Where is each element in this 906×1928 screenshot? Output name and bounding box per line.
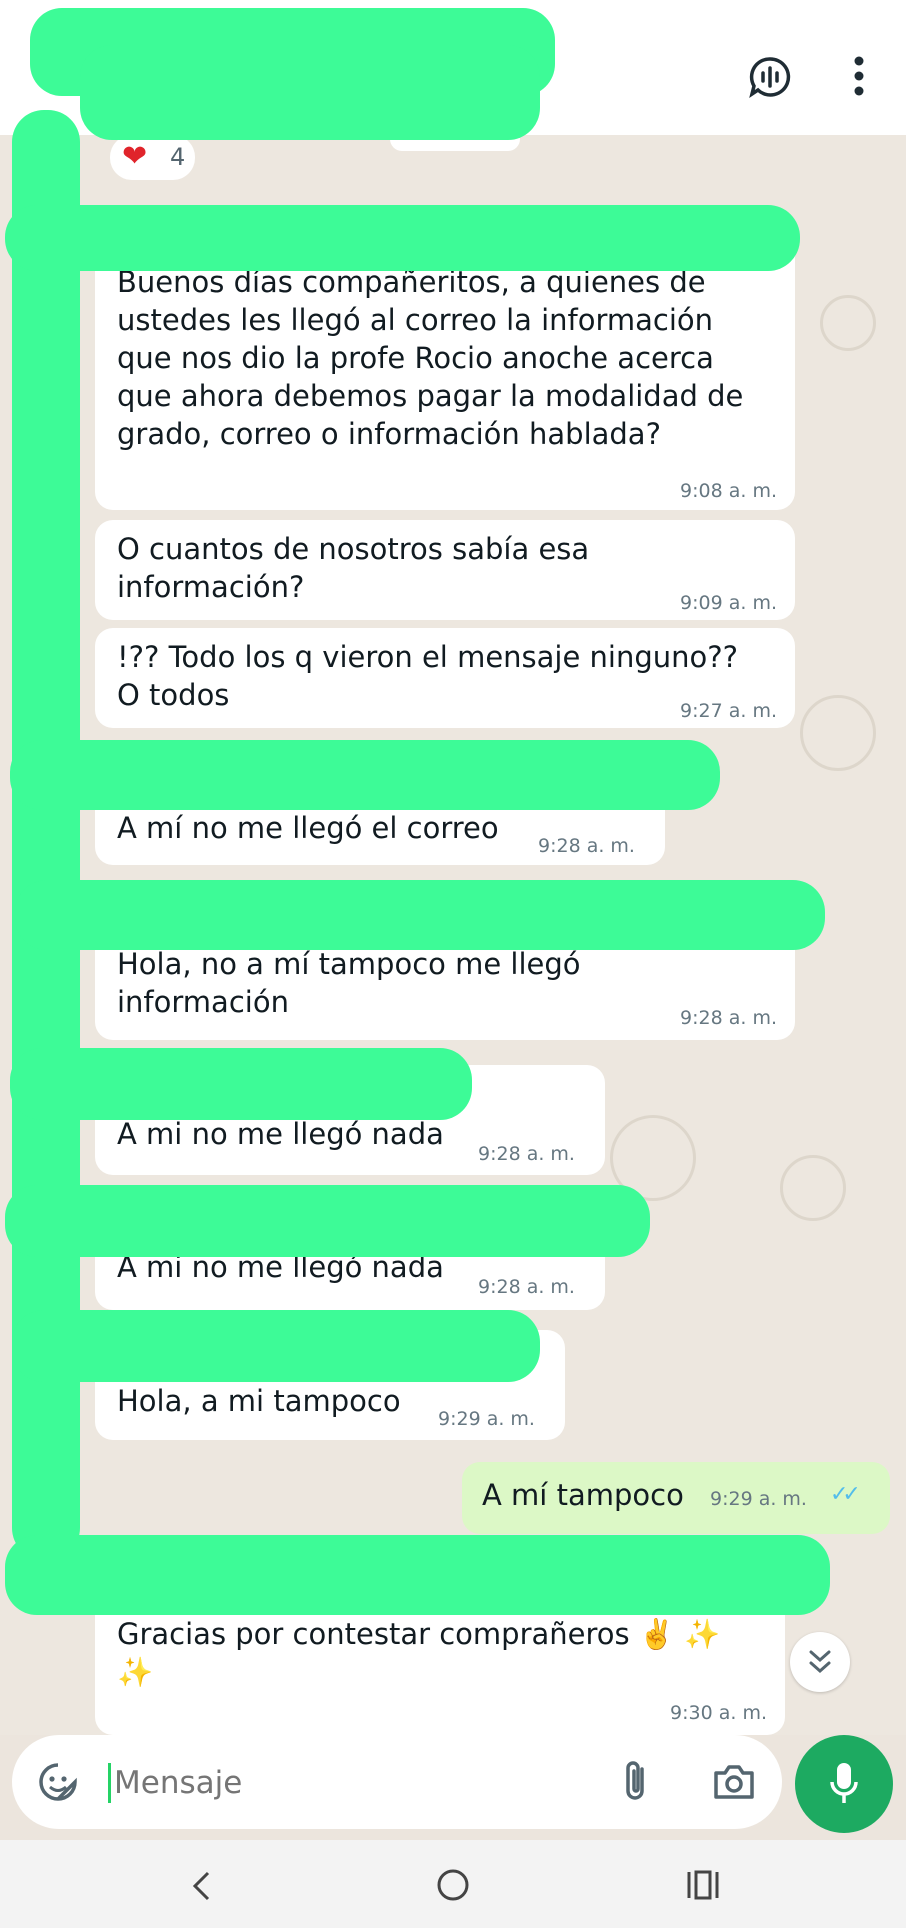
camera-icon[interactable] — [712, 1763, 756, 1801]
message-text: !?? Todo los q vieron el mensaje ninguno… — [117, 640, 739, 712]
redaction-mark — [5, 1185, 650, 1257]
message-time: 9:30 a. m. — [670, 1702, 767, 1724]
message-bubble[interactable]: !?? Todo los q vieron el mensaje ninguno… — [95, 628, 795, 728]
system-navigation-bar — [0, 1840, 906, 1928]
message-text: A mí tampoco — [482, 1478, 684, 1512]
redaction-mark — [10, 1048, 472, 1120]
wallpaper-doodle — [820, 295, 876, 351]
heart-emoji: ❤ — [122, 139, 148, 174]
message-composer — [12, 1735, 782, 1829]
wallpaper-doodle — [780, 1155, 846, 1221]
scroll-down-button[interactable] — [790, 1632, 850, 1692]
reaction-count: 4 — [170, 143, 186, 171]
redaction-mark — [80, 45, 540, 140]
message-time: 9:28 a. m. — [538, 835, 635, 857]
message-text: Gracias por contestar comprañeros ✌️ ✨ ✨ — [117, 1617, 721, 1689]
double-chevron-down-icon — [808, 1649, 832, 1675]
message-time: 9:27 a. m. — [680, 700, 777, 722]
recents-icon[interactable] — [686, 1870, 720, 1900]
reaction-pill[interactable]: ❤ 4 — [110, 135, 195, 180]
message-text: Buenos días compañeritos, a quienes de u… — [117, 265, 744, 451]
redaction-mark — [12, 1310, 540, 1382]
message-text: Hola, no a mí tampoco me llegó informaci… — [117, 947, 581, 1019]
home-icon[interactable] — [436, 1868, 470, 1902]
more-vertical-icon[interactable] — [852, 56, 866, 96]
redaction-mark — [15, 880, 825, 950]
read-receipt-icon: ✓✓ — [830, 1482, 861, 1507]
message-bubble[interactable]: O cuantos de nosotros sabía esa informac… — [95, 520, 795, 620]
voice-record-button[interactable] — [795, 1735, 893, 1833]
paperclip-icon[interactable] — [620, 1759, 650, 1805]
back-icon[interactable] — [190, 1870, 212, 1902]
waveform-bubble-icon[interactable] — [748, 55, 792, 99]
message-time: 9:28 a. m. — [680, 1007, 777, 1029]
message-text: Hola, a mi tampoco — [117, 1384, 401, 1418]
redaction-mark — [5, 205, 800, 271]
outgoing-message-bubble[interactable]: A mí tampoco 9:29 a. m. ✓✓ — [462, 1462, 890, 1534]
message-time: 9:28 a. m. — [478, 1143, 575, 1165]
message-time: 9:29 a. m. — [438, 1408, 535, 1430]
message-text: O cuantos de nosotros sabía esa informac… — [117, 532, 590, 604]
microphone-icon — [829, 1761, 859, 1807]
message-text: A mi no me llegó nada — [117, 1117, 444, 1151]
text-cursor — [108, 1763, 111, 1803]
message-input[interactable] — [112, 1755, 586, 1811]
message-time: 9:28 a. m. — [478, 1276, 575, 1298]
wallpaper-doodle — [800, 695, 876, 771]
message-time: 9:29 a. m. — [710, 1488, 807, 1510]
message-time: 9:09 a. m. — [680, 592, 777, 614]
redaction-mark — [10, 740, 720, 810]
sticker-icon[interactable] — [38, 1762, 78, 1802]
message-text: A mí no me llegó el correo — [117, 811, 499, 845]
redaction-mark — [5, 1535, 830, 1615]
message-time: 9:08 a. m. — [680, 480, 777, 502]
